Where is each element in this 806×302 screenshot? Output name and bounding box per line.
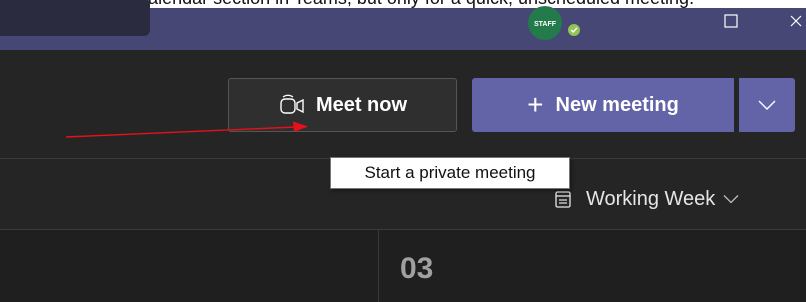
presence-available-icon	[566, 22, 582, 38]
chevron-down-icon	[758, 100, 776, 110]
tooltip-text: Start a private meeting	[364, 163, 536, 182]
day-column-divider	[378, 230, 379, 302]
close-window-button[interactable]	[786, 10, 806, 32]
title-bar: STAFF	[0, 0, 806, 50]
day-number[interactable]: 03	[400, 252, 433, 286]
avatar[interactable]: STAFF	[528, 6, 562, 40]
restore-window-button[interactable]	[720, 10, 742, 32]
close-icon	[790, 15, 802, 27]
view-selector-label: Working Week	[586, 187, 716, 210]
avatar-text: STAFF	[533, 20, 557, 28]
new-meeting-dropdown-button[interactable]	[739, 78, 795, 132]
meet-now-button[interactable]: Meet now	[228, 78, 457, 132]
meet-now-label: Meet now	[315, 93, 408, 116]
calendar-grid: 03	[0, 229, 806, 302]
view-selector[interactable]: Working Week	[554, 183, 739, 215]
meet-now-tooltip: Start a private meeting	[330, 157, 570, 189]
restore-icon	[724, 14, 738, 28]
calendar-view-icon	[554, 189, 572, 209]
new-meeting-label: New meeting	[555, 93, 679, 116]
video-camera-icon	[278, 94, 306, 116]
search-box[interactable]	[0, 0, 150, 36]
calendar-toolbar: Meet now + New meeting	[0, 50, 806, 158]
plus-icon: +	[527, 89, 544, 120]
chevron-down-icon	[723, 194, 739, 204]
new-meeting-button[interactable]: + New meeting	[472, 78, 734, 132]
